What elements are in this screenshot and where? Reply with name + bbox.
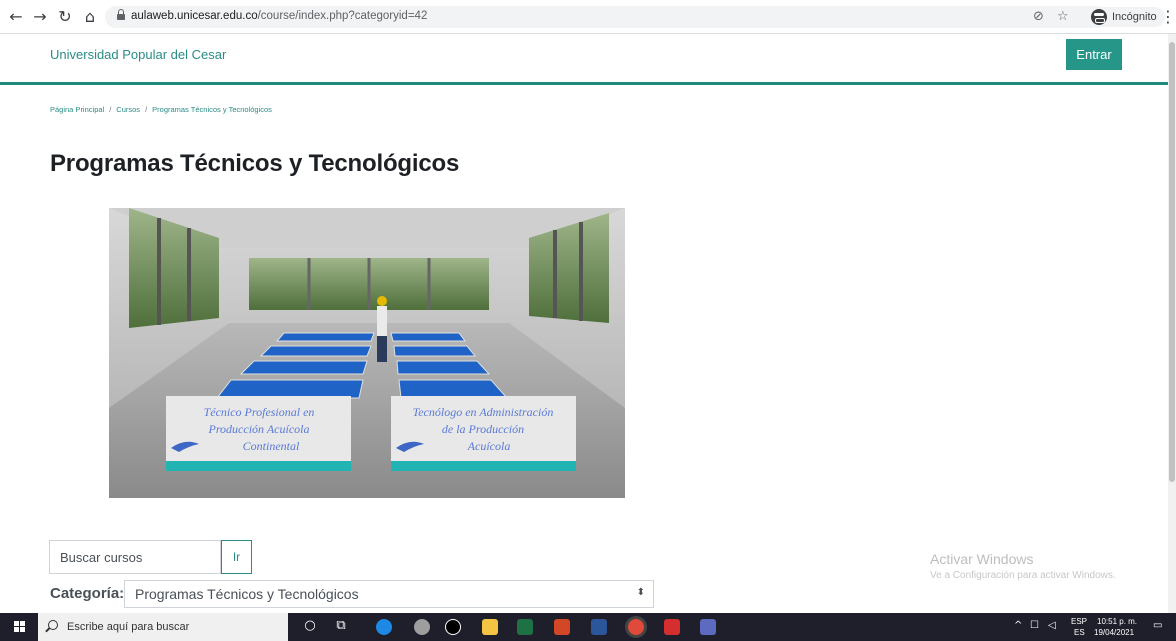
breadcrumb-courses[interactable]: Cursos	[116, 105, 140, 114]
clock-date[interactable]: 19/04/2021	[1094, 628, 1134, 638]
back-arrow-icon[interactable]: ←	[6, 7, 26, 27]
incognito-icon	[1091, 9, 1107, 25]
media-player-icon[interactable]	[700, 619, 716, 635]
reload-icon[interactable]: ↻	[55, 7, 75, 27]
login-button[interactable]: Entrar	[1066, 39, 1122, 70]
notifications-icon[interactable]: ▭	[1153, 620, 1162, 631]
search-icon	[48, 620, 58, 630]
windows-start-icon[interactable]	[14, 621, 26, 633]
breadcrumb: Página Principal / Cursos / Programas Técnic…	[50, 105, 272, 114]
course-search-input[interactable]	[49, 540, 221, 574]
powerpoint-icon[interactable]	[554, 619, 570, 635]
word-icon[interactable]	[591, 619, 607, 635]
select-arrows-icon: ⬍	[636, 587, 645, 598]
sign-right-line-1: Tecnólogo en Administración	[413, 405, 554, 419]
file-explorer-icon[interactable]	[482, 619, 498, 635]
search-go-button[interactable]: Ir	[221, 540, 252, 574]
lock-icon[interactable]	[117, 9, 125, 21]
volume-icon[interactable]: ◁	[1048, 620, 1056, 631]
category-banner-image: Técnico Profesional en Producción Acuíco…	[109, 208, 625, 498]
breadcrumb-home[interactable]: Página Principal	[50, 105, 104, 114]
language-layout[interactable]: ES	[1074, 628, 1085, 638]
incognito-label: Incógnito	[1112, 11, 1157, 23]
scrollbar-thumb[interactable]	[1169, 42, 1175, 482]
taskbar-search-placeholder: Escribe aquí para buscar	[67, 621, 190, 633]
more-menu-icon[interactable]: ⋮	[1160, 7, 1176, 27]
category-label: Categoría:	[50, 585, 125, 602]
excel-icon[interactable]	[517, 619, 533, 635]
page-title: Programas Técnicos y Tecnológicos	[50, 150, 460, 177]
acrobat-icon[interactable]	[664, 619, 680, 635]
forward-arrow-icon[interactable]: →	[30, 7, 50, 27]
sign-left-line-3: Continental	[243, 439, 300, 453]
category-select[interactable]: Programas Técnicos y Tecnológicos ⬍	[124, 580, 654, 608]
vpn-icon[interactable]	[414, 619, 430, 635]
task-view-icon[interactable]: ⧉	[333, 618, 349, 633]
edge-icon[interactable]	[376, 619, 392, 635]
browser-toolbar: ← → ↻ ⌂ aulaweb.unicesar.edu.co/course/i…	[0, 0, 1176, 34]
network-icon[interactable]: ☐	[1030, 620, 1039, 631]
category-selected-value: Programas Técnicos y Tecnológicos	[135, 586, 359, 602]
eye-slash-icon[interactable]: ⊘	[1033, 9, 1044, 24]
breadcrumb-current[interactable]: Programas Técnicos y Tecnológicos	[152, 105, 272, 114]
sign-left-line-2: Producción Acuícola	[208, 422, 310, 436]
clock-time[interactable]: 10:51 p. m.	[1097, 617, 1137, 627]
activate-windows-title: Activar Windows	[930, 551, 1034, 567]
language-code[interactable]: ESP	[1071, 617, 1087, 627]
star-icon[interactable]: ☆	[1057, 9, 1069, 24]
page-scrollbar[interactable]	[1168, 34, 1176, 613]
taskbar-search-box[interactable]: Escribe aquí para buscar	[38, 613, 288, 641]
url-text[interactable]: aulaweb.unicesar.edu.co/course/index.php…	[131, 10, 427, 22]
cortana-icon[interactable]: ○	[302, 618, 318, 633]
sign-right-line-2: de la Producción	[442, 422, 524, 436]
home-icon[interactable]: ⌂	[80, 7, 100, 27]
address-bar[interactable]: aulaweb.unicesar.edu.co/course/index.php…	[105, 6, 1108, 28]
chrome-icon[interactable]	[628, 619, 644, 635]
windows-taskbar: Escribe aquí para buscar ○ ⧉ ^ ☐ ◁ ESP E…	[0, 613, 1176, 641]
incognito-badge[interactable]: Incógnito	[1088, 7, 1165, 27]
site-name-link[interactable]: Universidad Popular del Cesar	[50, 47, 226, 62]
site-navbar: Universidad Popular del Cesar Entrar	[0, 34, 1168, 85]
tray-chevron-icon[interactable]: ^	[1014, 620, 1022, 631]
activate-windows-subtitle: Ve a Configuración para activar Windows.	[930, 570, 1116, 581]
tiktok-icon[interactable]	[445, 619, 461, 635]
sign-right-line-3: Acuícola	[467, 439, 511, 453]
sign-left-line-1: Técnico Profesional en	[204, 405, 315, 419]
